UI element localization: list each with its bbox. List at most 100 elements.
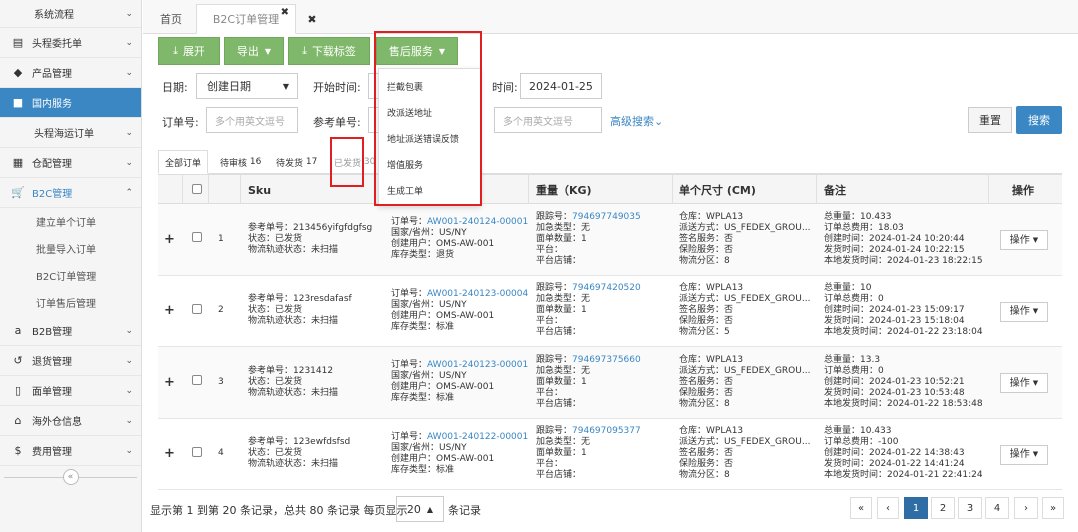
sidebar-item-warehouse[interactable]: ▦ 仓配管理 ⌄	[0, 148, 141, 178]
reset-label: 重置	[979, 114, 1001, 127]
tab-count: 16	[249, 157, 262, 167]
tracking-line: 跟踪号：794697095377	[536, 426, 676, 437]
sidebar-item-b2b[interactable]: a B2B管理 ⌄	[0, 316, 141, 346]
tracking-no-link[interactable]: 794697420520	[572, 283, 641, 293]
tracking-no-link[interactable]: 794697095377	[572, 426, 641, 436]
sidebar-item-products[interactable]: ◆ 产品管理 ⌄	[0, 58, 141, 88]
tab-bar: 首页 B2C订单管理 ✖ ✖	[143, 0, 1078, 34]
row-action-button[interactable]: 操作 ▼	[1000, 373, 1048, 393]
row-checkbox[interactable]	[192, 232, 202, 242]
menu-item-address-error[interactable]: 地址派送错误反馈	[379, 125, 480, 151]
menu-item-intercept[interactable]: 拦截包裹	[379, 73, 480, 99]
sidebar-sub-create-order[interactable]: 建立单个订单	[0, 208, 141, 235]
sku-cell: 参考单号：213456yifgfdgfsg 状态：已发货 物流轨迹状态：未扫描	[248, 204, 388, 275]
cell-line: 仓库：WPLA13	[679, 211, 744, 222]
tab-pending-shipment[interactable]: 待发货 17	[276, 150, 317, 174]
cell-line: 总重量：13.3	[824, 354, 881, 365]
expand-row-icon[interactable]: +	[164, 276, 175, 347]
close-icon[interactable]: ✖	[281, 7, 289, 18]
cell-line: 状态：已发货	[248, 305, 303, 316]
tab-b2c-orders[interactable]: B2C订单管理 ✖	[196, 4, 296, 34]
expand-row-icon[interactable]: +	[164, 204, 175, 275]
sidebar-item-overseas-warehouse[interactable]: ⌂ 海外仓信息 ⌄	[0, 406, 141, 436]
sidebar-sub-after-sales[interactable]: 订单售后管理	[0, 289, 141, 316]
export-button[interactable]: 导出 ▼	[224, 37, 284, 65]
chevron-down-icon: ⌄	[125, 37, 133, 48]
page-button[interactable]: ›	[1014, 497, 1038, 519]
cell-line: 签名服务：否	[679, 376, 734, 387]
tab-shipped[interactable]: 已发货 30	[334, 150, 375, 174]
chevron-down-icon: ⌄	[654, 115, 664, 128]
sidebar-sub-b2c-orders[interactable]: B2C订单管理	[0, 262, 141, 289]
briefcase-icon: ▤	[12, 36, 24, 49]
cell-line: 平台店铺：	[536, 255, 582, 266]
order-no-link[interactable]: AW001-240123-00004	[427, 289, 528, 299]
row-checkbox[interactable]	[192, 303, 202, 314]
download-label-button[interactable]: ⤓ 下载标签	[288, 37, 370, 65]
cell-line: 物流分区：5	[679, 327, 730, 338]
tracking-no-link[interactable]: 794697375660	[572, 355, 641, 365]
row-action-button[interactable]: 操作 ▼	[1000, 444, 1048, 465]
order-no-link[interactable]: AW001-240123-00001	[427, 360, 528, 370]
chevron-down-icon: ⌄	[125, 325, 133, 336]
order-no-line: 订单号：AW001-240124-00001	[391, 217, 531, 228]
page-button[interactable]: 4	[985, 497, 1009, 519]
page-button[interactable]: 3	[958, 497, 982, 519]
cell-line: 保险服务：否	[679, 244, 734, 255]
sidebar-item-sea-orders[interactable]: 头程海运订单 ⌄	[0, 118, 141, 148]
select-all-checkbox[interactable]	[192, 184, 202, 194]
sidebar-item-domestic-service[interactable]: ■ 国内服务	[0, 88, 141, 118]
sidebar-sub-batch-import[interactable]: 批量导入订单	[0, 235, 141, 262]
advanced-search-link[interactable]: 高级搜索⌄	[610, 113, 663, 129]
tracking-no-link[interactable]: 794697749035	[572, 212, 641, 222]
sidebar-item-system-flow[interactable]: 系统流程 ⌄	[0, 0, 141, 28]
remark-cell: 总重量：10.433 订单总费用：18.03 创建时间：2024-01-24 10:…	[824, 204, 986, 275]
row-action-button[interactable]: 操作 ▼	[1000, 301, 1048, 322]
sidebar-item-returns[interactable]: ↺ 退货管理 ⌄	[0, 346, 141, 376]
after-sales-button[interactable]: 售后服务 ▼	[376, 37, 458, 65]
end-time-input[interactable]: 2024-01-25	[520, 73, 602, 99]
cell-line: 仓库：WPLA13	[679, 283, 744, 294]
menu-item-create-ticket[interactable]: 生成工单	[379, 177, 480, 203]
cell-line: 状态：已发货	[248, 448, 303, 459]
search-button[interactable]: 搜索	[1016, 106, 1062, 134]
menu-item-value-added[interactable]: 增值服务	[379, 151, 480, 177]
tracking-placeholder: 多个用英文逗号	[503, 116, 573, 128]
page-button[interactable]: ‹	[877, 497, 899, 519]
page-button[interactable]: «	[850, 497, 872, 519]
sidebar-item-labels[interactable]: ▯ 面单管理 ⌄	[0, 376, 141, 406]
page-button[interactable]: »	[1042, 497, 1064, 519]
sidebar-item-first-leg-entrust[interactable]: ▤ 头程委托单 ⌄	[0, 28, 141, 58]
collapse-icon[interactable]: «	[62, 469, 79, 485]
expand-row-icon[interactable]: +	[164, 419, 175, 490]
row-checkbox[interactable]	[192, 375, 202, 385]
order-no-link[interactable]: AW001-240124-00001	[427, 217, 528, 227]
tab-pending-review[interactable]: 待审核 16	[220, 150, 261, 174]
date-type-select[interactable]: 创建日期 ▼	[196, 73, 298, 99]
page-button[interactable]: 2	[931, 497, 955, 519]
close-all-tabs-icon[interactable]: ✖	[297, 4, 327, 34]
tab-home[interactable]: 首页	[151, 4, 191, 34]
tab-all-orders[interactable]: 全部订单	[158, 150, 209, 174]
cell-line: 国家/省州：US/NY	[391, 299, 467, 310]
header-weight: 重量（KG)	[536, 184, 592, 197]
row-action-button[interactable]: 操作 ▼	[1000, 230, 1048, 250]
cell-line: 签名服务：否	[679, 233, 734, 244]
sidebar-item-fees[interactable]: $ 费用管理 ⌄	[0, 436, 141, 466]
order-no-label: 订单号：	[391, 431, 428, 442]
sidebar-item-b2c[interactable]: 🛒 B2C管理 ⌃	[0, 178, 141, 208]
row-checkbox[interactable]	[192, 446, 202, 457]
page-size-select[interactable]: 20 ▲	[396, 496, 444, 522]
reset-button[interactable]: 重置	[968, 107, 1012, 133]
expand-row-icon[interactable]: +	[164, 347, 175, 418]
menu-item-change-address[interactable]: 改派送地址	[379, 99, 480, 125]
cell-line: 参考单号：1231412	[248, 365, 334, 376]
order-no-input[interactable]: 多个用英文逗号	[206, 107, 298, 133]
tracking-no-input[interactable]: 多个用英文逗号	[494, 107, 602, 133]
expand-button[interactable]: ⤓ 展开	[158, 37, 220, 65]
page-button[interactable]: 1	[904, 497, 928, 519]
order-no-link[interactable]: AW001-240122-00001	[427, 432, 528, 442]
chevron-down-icon: ⌄	[125, 157, 133, 168]
cell-line: 物流轨迹状态：未扫描	[248, 459, 339, 470]
cell-line: 国家/省州：US/NY	[391, 442, 467, 453]
